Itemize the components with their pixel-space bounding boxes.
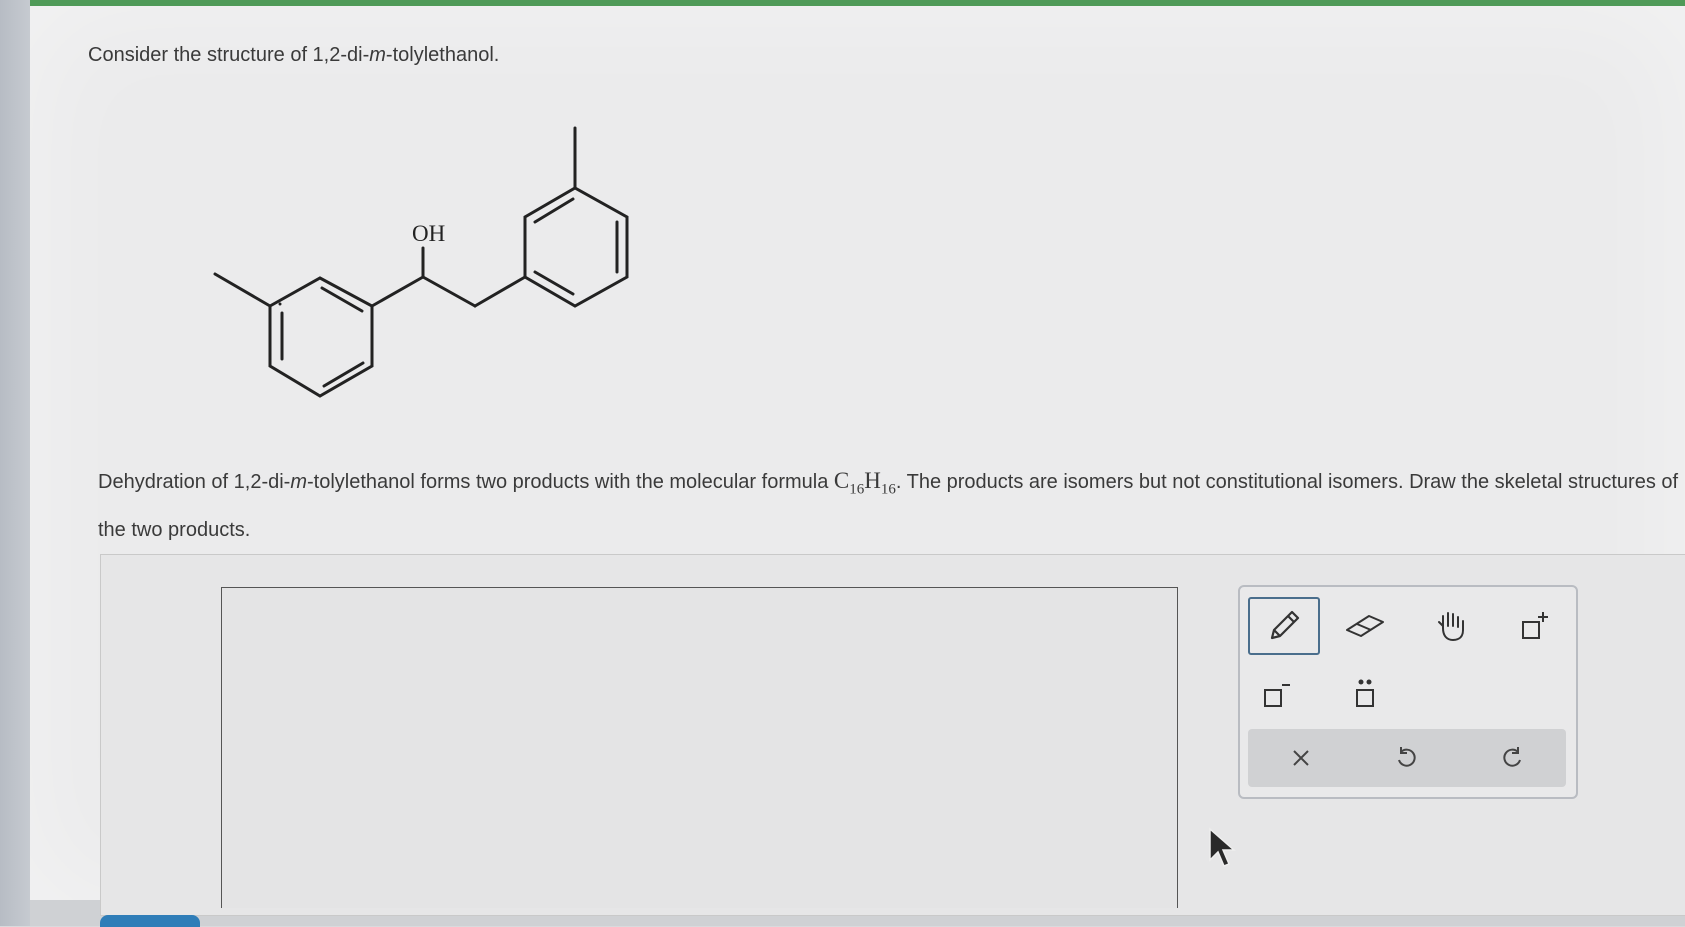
desc-part2: -tolylethanol forms two products with th… bbox=[307, 471, 829, 493]
undo-button[interactable] bbox=[1381, 733, 1431, 783]
eraser-tool-button[interactable] bbox=[1340, 601, 1390, 651]
question-intro: Consider the structure of 1,2-di-m-tolyl… bbox=[88, 44, 499, 67]
negative-charge-icon bbox=[1264, 684, 1290, 707]
redo-icon bbox=[1503, 747, 1521, 767]
intro-italic: m bbox=[369, 44, 386, 66]
pencil-tool-button[interactable] bbox=[1248, 597, 1320, 655]
formula-c: C bbox=[833, 468, 850, 493]
molecular-formula: C16H16 bbox=[833, 468, 896, 498]
oh-label: OH bbox=[412, 221, 445, 246]
mouse-cursor-icon bbox=[1209, 827, 1236, 867]
formula-h: H bbox=[864, 468, 881, 493]
hand-tool-button[interactable] bbox=[1426, 601, 1476, 651]
formula-h-sub: 16 bbox=[880, 481, 896, 498]
lone-pair-tool-button[interactable] bbox=[1340, 669, 1390, 719]
action-bar bbox=[1248, 729, 1566, 787]
formula-c-sub: 16 bbox=[849, 481, 865, 498]
molecule-structure: OH bbox=[213, 126, 629, 398]
lone-pair-icon bbox=[1356, 679, 1374, 707]
desc-part1: Dehydration of 1,2-di- bbox=[98, 471, 291, 493]
question-description: Dehydration of 1,2-di-m-tolylethanol for… bbox=[98, 461, 1685, 550]
intro-prefix: Consider the structure of 1,2-di- bbox=[88, 44, 370, 66]
negative-charge-tool-button[interactable] bbox=[1252, 669, 1302, 719]
drawing-toolbox bbox=[1238, 585, 1578, 799]
bottom-tab[interactable] bbox=[100, 915, 200, 927]
desc-italic: m bbox=[290, 471, 307, 493]
answer-area bbox=[100, 554, 1685, 916]
redo-button[interactable] bbox=[1488, 733, 1538, 783]
positive-charge-tool-button[interactable] bbox=[1510, 601, 1560, 651]
skeletal-bonds bbox=[213, 126, 629, 398]
eraser-icon bbox=[1346, 615, 1384, 637]
drawing-canvas[interactable] bbox=[221, 587, 1178, 908]
intro-suffix: -tolylethanol. bbox=[385, 44, 500, 66]
undo-icon bbox=[1398, 747, 1416, 767]
clear-icon bbox=[1293, 750, 1309, 766]
positive-charge-icon bbox=[1522, 612, 1548, 639]
hand-icon bbox=[1438, 612, 1464, 642]
question-page: Consider the structure of 1,2-di-m-tolyl… bbox=[30, 6, 1685, 916]
pencil-icon bbox=[1270, 610, 1300, 640]
clear-button[interactable] bbox=[1276, 733, 1326, 783]
